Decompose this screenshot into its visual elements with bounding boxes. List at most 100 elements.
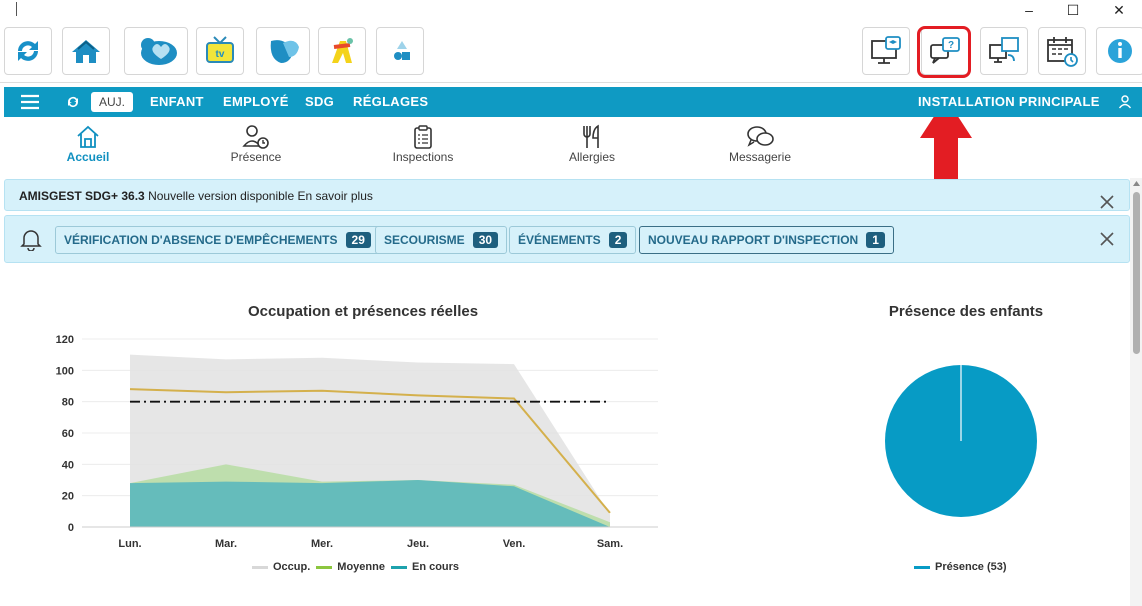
notif-secourisme-label: SECOURISME bbox=[384, 233, 465, 247]
y-tick-label: 100 bbox=[56, 365, 74, 377]
user-icon[interactable] bbox=[1118, 95, 1132, 109]
quick-accueil[interactable]: Accueil bbox=[62, 124, 114, 164]
svg-text:tv: tv bbox=[216, 49, 225, 60]
update-product: AMISGEST SDG+ 36.3 bbox=[19, 189, 145, 203]
close-icon[interactable] bbox=[1100, 195, 1114, 209]
legend-presence[interactable]: Présence (53) bbox=[935, 561, 1007, 573]
y-tick-label: 0 bbox=[68, 522, 74, 534]
home-outline-icon bbox=[77, 125, 99, 148]
monitor-graduate-icon bbox=[871, 36, 901, 64]
notif-secourisme-count: 30 bbox=[472, 232, 499, 248]
update-banner: AMISGEST SDG+ 36.3 Nouvelle version disp… bbox=[4, 179, 1130, 211]
cloud-heart-icon bbox=[141, 38, 177, 65]
tv-icon: tv bbox=[206, 36, 234, 63]
x-tick-label: Ven. bbox=[503, 538, 526, 550]
refresh-button[interactable] bbox=[4, 27, 52, 75]
update-text: AMISGEST SDG+ 36.3 Nouvelle version disp… bbox=[19, 189, 373, 203]
y-tick-label: 60 bbox=[62, 428, 74, 440]
shapes-icon bbox=[394, 41, 410, 60]
text-caret bbox=[16, 2, 17, 16]
legend-swatch-en-cours bbox=[390, 565, 407, 569]
installation-label[interactable]: INSTALLATION PRINCIPALE bbox=[918, 87, 1100, 117]
kids-button[interactable] bbox=[318, 27, 366, 75]
notif-rapport[interactable]: NOUVEAU RAPPORT D'INSPECTION 1 bbox=[639, 226, 894, 254]
clipboard-icon bbox=[414, 125, 432, 149]
area-chart-legend: Occup. Moyenne En cours bbox=[246, 561, 459, 573]
nav-enfant[interactable]: ENFANT bbox=[150, 87, 204, 117]
scroll-up-icon[interactable] bbox=[1132, 180, 1141, 187]
notif-verification[interactable]: VÉRIFICATION D'ABSENCE D'EMPÊCHEMENTS 29 bbox=[55, 226, 380, 254]
quick-inspections[interactable]: Inspections bbox=[388, 124, 458, 164]
x-tick-label: Mer. bbox=[311, 538, 333, 550]
main-navbar: AUJ. ENFANT EMPLOYÉ SDG RÉGLAGES INSTALL… bbox=[4, 87, 1142, 117]
nav-reglages[interactable]: RÉGLAGES bbox=[353, 87, 428, 117]
occupation-area-chart: 0 20 40 60 80 100 120 Lun. Mar. Mer. Jeu. Ven. Sam. bbox=[56, 334, 658, 550]
refresh-icon bbox=[18, 41, 38, 61]
calendar-clock-button[interactable] bbox=[1038, 27, 1086, 75]
legend-swatch-occup bbox=[252, 565, 268, 569]
home-icon bbox=[72, 40, 100, 63]
notif-rapport-count: 1 bbox=[866, 232, 885, 248]
close-notifications-icon[interactable] bbox=[1100, 232, 1114, 246]
pie-chart-title: Présence des enfants bbox=[888, 303, 1044, 320]
quick-allergies[interactable]: Allergies bbox=[564, 124, 620, 164]
calendar-clock-icon bbox=[1047, 37, 1078, 67]
legend-occup[interactable]: Occup. bbox=[273, 561, 310, 573]
butterfly-icon bbox=[270, 40, 299, 63]
y-tick-label: 40 bbox=[62, 459, 74, 471]
today-button[interactable]: AUJ. bbox=[91, 92, 134, 112]
notif-evenements-count: 2 bbox=[608, 232, 628, 248]
notification-bar: VÉRIFICATION D'ABSENCE D'EMPÊCHEMENTS 29 … bbox=[4, 215, 1130, 263]
info-button[interactable] bbox=[1096, 27, 1142, 75]
cloud-heart-button[interactable] bbox=[124, 27, 188, 75]
notif-rapport-label: NOUVEAU RAPPORT D'INSPECTION bbox=[648, 233, 859, 247]
quick-presence-label: Présence bbox=[230, 150, 282, 164]
x-tick-label: Jeu. bbox=[407, 538, 429, 550]
update-learn-more-link[interactable]: En savoir plus bbox=[298, 189, 373, 203]
monitor-sync-button[interactable] bbox=[980, 27, 1028, 75]
quick-presence[interactable]: Présence bbox=[226, 124, 286, 164]
user-clock-icon bbox=[242, 125, 269, 149]
legend-en-cours[interactable]: En cours bbox=[412, 561, 459, 573]
nav-sdg[interactable]: SDG bbox=[305, 87, 334, 117]
quick-inspections-label: Inspections bbox=[392, 150, 454, 164]
shapes-button[interactable] bbox=[376, 27, 424, 75]
tv-button[interactable]: tv bbox=[196, 27, 244, 75]
monitor-sync-icon bbox=[989, 37, 1019, 63]
y-tick-label: 80 bbox=[62, 397, 74, 409]
butterfly-button[interactable] bbox=[256, 27, 310, 75]
quick-allergies-label: Allergies bbox=[568, 150, 616, 164]
update-message: Nouvelle version disponible bbox=[148, 189, 295, 203]
notif-verification-count: 29 bbox=[345, 232, 371, 248]
menu-icon[interactable] bbox=[20, 94, 40, 110]
x-tick-label: Lun. bbox=[118, 538, 141, 550]
scrollbar-thumb[interactable] bbox=[1133, 192, 1140, 354]
monitor-graduate-button[interactable] bbox=[862, 27, 910, 75]
y-tick-label: 120 bbox=[56, 334, 74, 346]
bell-icon bbox=[20, 230, 42, 251]
quick-messagerie-label: Messagerie bbox=[728, 150, 792, 164]
window-titlebar: – ☐ ✕ bbox=[0, 0, 1142, 22]
legend-moyenne[interactable]: Moyenne bbox=[337, 561, 385, 573]
sync-icon[interactable] bbox=[66, 95, 80, 109]
kids-icon bbox=[332, 38, 353, 63]
notif-evenements-label: ÉVÉNEMENTS bbox=[518, 233, 601, 247]
x-tick-label: Sam. bbox=[597, 538, 623, 550]
y-tick-label: 20 bbox=[62, 491, 74, 503]
notif-secourisme[interactable]: SECOURISME 30 bbox=[375, 226, 508, 254]
legend-swatch-moyenne bbox=[316, 565, 333, 569]
cutlery-icon bbox=[583, 124, 599, 148]
notif-evenements[interactable]: ÉVÉNEMENTS 2 bbox=[509, 226, 637, 254]
x-tick-label: Mar. bbox=[215, 538, 237, 550]
quick-accueil-label: Accueil bbox=[66, 150, 110, 164]
nav-employe[interactable]: EMPLOYÉ bbox=[223, 87, 289, 117]
pie-chart-legend: Présence (53) bbox=[908, 561, 1007, 573]
quick-messagerie[interactable]: Messagerie bbox=[724, 124, 796, 164]
highlight-box bbox=[917, 26, 971, 78]
quick-access-row: Accueil Présence Inspections Allergies M… bbox=[0, 120, 1142, 172]
legend-swatch-presence bbox=[914, 565, 930, 569]
area-chart-title: Occupation et présences réelles bbox=[247, 303, 479, 320]
notif-verification-label: VÉRIFICATION D'ABSENCE D'EMPÊCHEMENTS bbox=[64, 233, 338, 247]
home-button[interactable] bbox=[62, 27, 110, 75]
info-icon bbox=[1108, 39, 1132, 63]
